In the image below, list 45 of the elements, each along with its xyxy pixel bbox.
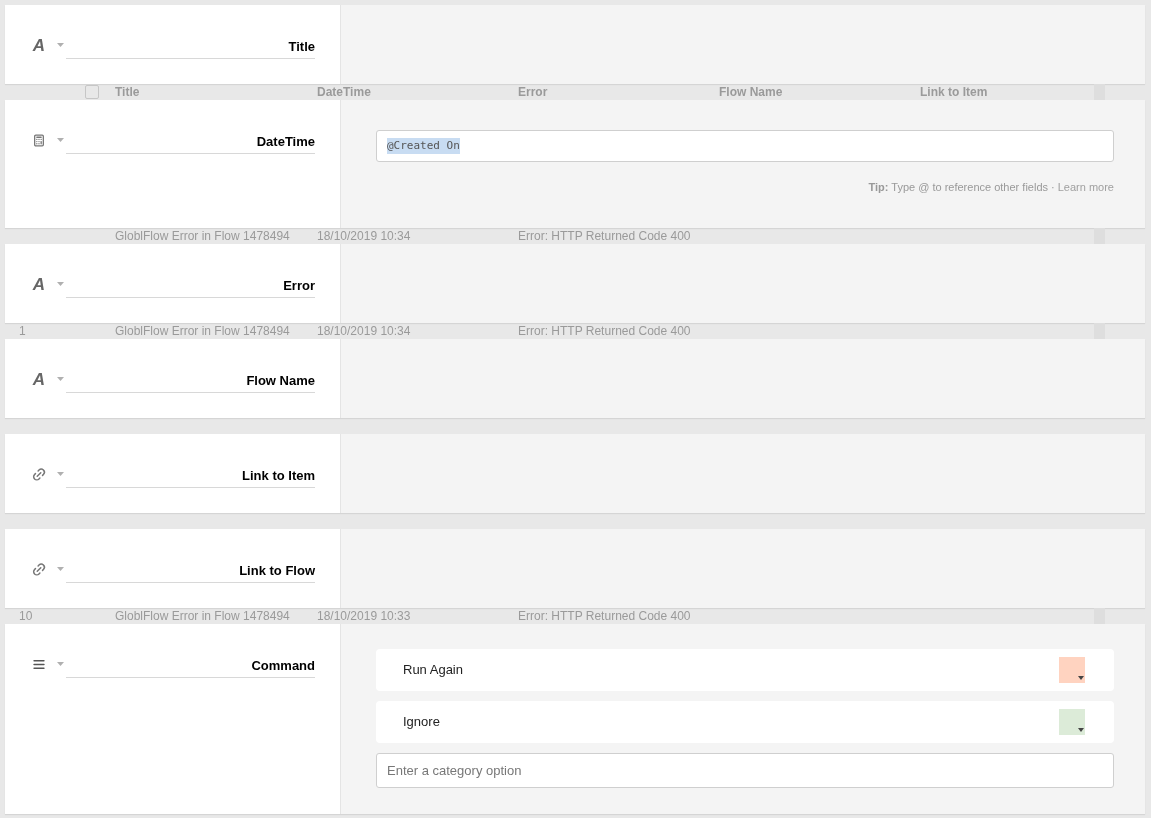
row-number: 1 (18, 325, 27, 337)
table-cell-text: GloblFlow Error in Flow 1478494 (115, 610, 291, 622)
field-name-input[interactable]: Title (66, 35, 315, 59)
table-cell-text: 18/10/2019 10:34 (317, 230, 412, 242)
table-cell-text: GloblFlow Error in Flow 1478494 (115, 325, 291, 337)
scrollbar (1094, 323, 1105, 339)
table-cell-text: Error: HTTP Returned Code 400 (518, 610, 692, 622)
caret-icon (57, 472, 64, 476)
list-icon (31, 657, 47, 671)
column-header: Error (518, 86, 549, 98)
caret-icon (57, 662, 64, 666)
caret-icon (57, 138, 64, 142)
color-swatch[interactable] (1059, 709, 1085, 735)
formula-input[interactable]: @Created On (376, 130, 1114, 162)
text-type-icon: A (31, 36, 47, 54)
table-cell-text: GloblFlow Error in Flow 1478494 (115, 230, 291, 242)
formula-text: @Created On (387, 137, 460, 155)
caret-icon (1078, 728, 1084, 732)
field-name-input[interactable]: Command (66, 654, 315, 678)
caret-icon (57, 282, 64, 286)
table-cell-text: Error: HTTP Returned Code 400 (518, 230, 692, 242)
caret-icon (57, 567, 64, 571)
column-header: DateTime (317, 86, 372, 98)
color-swatch[interactable] (1059, 657, 1085, 683)
calculator-icon (31, 133, 47, 147)
field-name-input[interactable]: Error (66, 274, 315, 298)
table-cell-text: 18/10/2019 10:33 (317, 610, 412, 622)
option-row[interactable]: Ignore (376, 701, 1114, 743)
tip-text: Tip: Type @ to reference other fields · (868, 180, 1055, 195)
caret-icon (57, 43, 64, 47)
table-cell-text: Error: HTTP Returned Code 400 (518, 325, 692, 337)
text-type-icon: A (31, 370, 47, 388)
option-row[interactable]: Run Again (376, 649, 1114, 691)
column-header: Flow Name (719, 86, 784, 98)
column-header: Link to Item (920, 86, 989, 98)
field-name-input[interactable]: DateTime (66, 130, 315, 154)
field-name-input[interactable]: Flow Name (66, 369, 315, 393)
caret-icon (1078, 676, 1084, 680)
text-type-icon: A (31, 275, 47, 293)
table-cell-text: 18/10/2019 10:34 (317, 325, 412, 337)
row-number: 10 (18, 610, 34, 622)
column-header: Title (115, 86, 141, 98)
caret-icon (57, 377, 64, 381)
category-input[interactable]: Enter a category option (376, 753, 1114, 788)
checkbox[interactable] (85, 85, 99, 99)
